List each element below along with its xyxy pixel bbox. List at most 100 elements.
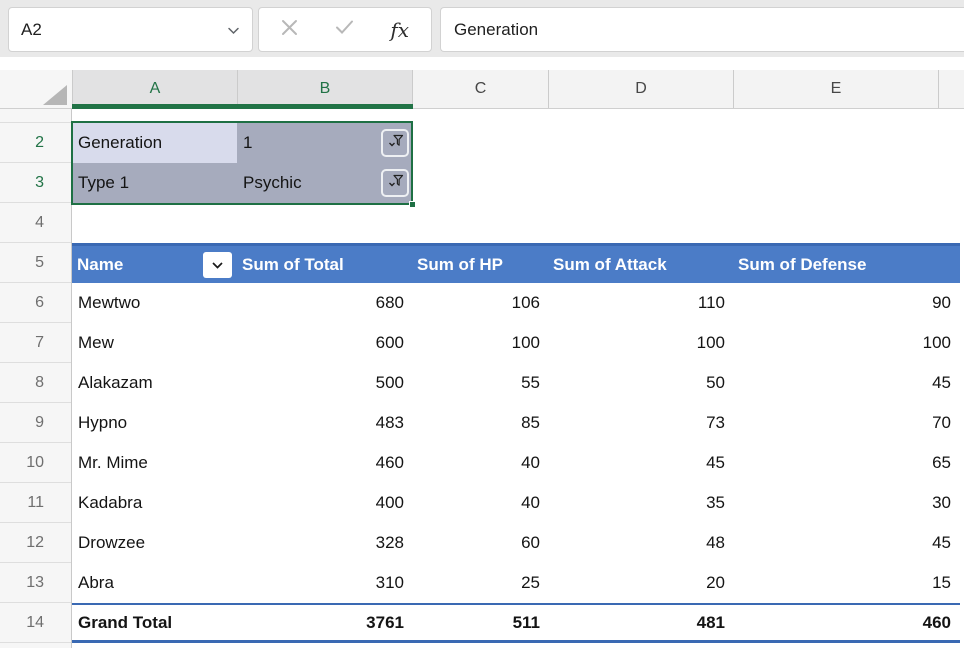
- cell-name[interactable]: Alakazam: [72, 363, 237, 403]
- cell-defense[interactable]: 65: [733, 443, 956, 483]
- cell-name[interactable]: Mewtwo: [72, 283, 237, 323]
- cell-name[interactable]: Mew: [72, 323, 237, 363]
- cell-attack[interactable]: 35: [548, 483, 733, 523]
- table-row: Mr. Mime 460 40 45 65: [72, 443, 964, 483]
- cell-hp[interactable]: 100: [412, 323, 548, 363]
- cell-attack[interactable]: 20: [548, 563, 733, 603]
- cell-B2[interactable]: 1: [237, 123, 412, 163]
- cell-total[interactable]: 600: [237, 323, 412, 363]
- row-header-1[interactable]: 1: [0, 109, 71, 123]
- cell-total[interactable]: 310: [237, 563, 412, 603]
- cell-attack[interactable]: 100: [548, 323, 733, 363]
- cell-defense[interactable]: 30: [733, 483, 956, 523]
- name-box[interactable]: A2: [8, 7, 253, 52]
- row-header-10[interactable]: 10: [0, 443, 71, 483]
- row-header-9[interactable]: 9: [0, 403, 71, 443]
- row-header-11[interactable]: 11: [0, 483, 71, 523]
- cell-name[interactable]: Drowzee: [72, 523, 237, 563]
- cell-total[interactable]: 328: [237, 523, 412, 563]
- row-header-4[interactable]: 4: [0, 203, 71, 243]
- filter-row-type1: Type 1 Psychic: [72, 163, 964, 203]
- grand-total-defense[interactable]: 460: [733, 605, 956, 640]
- row-header-2[interactable]: 2: [0, 123, 71, 163]
- row-header-6[interactable]: 6: [0, 283, 71, 323]
- row-header-7[interactable]: 7: [0, 323, 71, 363]
- cell-defense[interactable]: 70: [733, 403, 956, 443]
- grand-total-hp[interactable]: 511: [412, 605, 548, 640]
- grand-total-attack[interactable]: 481: [548, 605, 733, 640]
- generation-filter-button[interactable]: [381, 129, 409, 157]
- cell-total[interactable]: 400: [237, 483, 412, 523]
- cell-D2[interactable]: [548, 123, 733, 163]
- cell-hp[interactable]: 40: [412, 443, 548, 483]
- formula-bar[interactable]: Generation: [440, 7, 964, 52]
- empty-row-4[interactable]: [72, 203, 964, 243]
- type1-filter-button[interactable]: [381, 169, 409, 197]
- select-all-corner[interactable]: [0, 70, 72, 108]
- cell-A2-active[interactable]: Generation: [72, 123, 237, 163]
- grand-total-total[interactable]: 3761: [237, 605, 412, 640]
- cell-attack[interactable]: 73: [548, 403, 733, 443]
- cell-name[interactable]: Hypno: [72, 403, 237, 443]
- funnel-icon: [387, 174, 404, 192]
- cell-defense[interactable]: 45: [733, 363, 956, 403]
- column-header-D[interactable]: D: [548, 70, 733, 108]
- cell-hp[interactable]: 40: [412, 483, 548, 523]
- cell-name[interactable]: Abra: [72, 563, 237, 603]
- cell-defense[interactable]: 100: [733, 323, 956, 363]
- formula-bar-value: Generation: [454, 20, 538, 40]
- column-header-B[interactable]: B: [237, 70, 412, 108]
- cell-E3[interactable]: [733, 163, 956, 203]
- row-header-13[interactable]: 13: [0, 563, 71, 603]
- column-header-A[interactable]: A: [72, 70, 237, 108]
- cell-defense[interactable]: 45: [733, 523, 956, 563]
- row-header-12[interactable]: 12: [0, 523, 71, 563]
- cell-hp[interactable]: 25: [412, 563, 548, 603]
- name-field-dropdown-button[interactable]: [203, 252, 232, 278]
- cell-hp[interactable]: 106: [412, 283, 548, 323]
- cell-total[interactable]: 500: [237, 363, 412, 403]
- row-header-8[interactable]: 8: [0, 363, 71, 403]
- cell-hp[interactable]: 55: [412, 363, 548, 403]
- row-header-14[interactable]: 14: [0, 603, 71, 643]
- cell-defense[interactable]: 15: [733, 563, 956, 603]
- row-header-5[interactable]: 5: [0, 243, 71, 283]
- cell-E2[interactable]: [733, 123, 956, 163]
- column-header-F-sliver[interactable]: [938, 70, 964, 108]
- confirm-check-icon[interactable]: [335, 19, 354, 40]
- cell-hp[interactable]: 60: [412, 523, 548, 563]
- chevron-down-icon[interactable]: [227, 20, 240, 40]
- insert-function-icon[interactable]: fx: [390, 18, 409, 42]
- cell-total[interactable]: 680: [237, 283, 412, 323]
- formula-actions: fx: [258, 7, 432, 52]
- cell-area: Generation 1 Type 1 Psychic: [72, 109, 964, 648]
- filter-row-generation: Generation 1: [72, 123, 964, 163]
- pivot-header-sum-of-hp[interactable]: Sum of HP: [412, 246, 548, 283]
- column-header-C[interactable]: C: [412, 70, 548, 108]
- grand-total-label[interactable]: Grand Total: [72, 605, 237, 640]
- cell-defense[interactable]: 90: [733, 283, 956, 323]
- pivot-header-sum-of-total[interactable]: Sum of Total: [237, 246, 412, 283]
- name-box-value: A2: [21, 20, 227, 40]
- cell-attack[interactable]: 45: [548, 443, 733, 483]
- cell-C2[interactable]: [412, 123, 548, 163]
- pivot-header-row: Name Sum of Total Sum of HP Sum of Attac…: [72, 243, 960, 283]
- column-header-E[interactable]: E: [733, 70, 938, 108]
- pivot-header-sum-of-attack[interactable]: Sum of Attack: [548, 246, 733, 283]
- cell-C3[interactable]: [412, 163, 548, 203]
- row-header-3[interactable]: 3: [0, 163, 71, 203]
- cell-hp[interactable]: 85: [412, 403, 548, 443]
- cell-total[interactable]: 483: [237, 403, 412, 443]
- pivot-header-name[interactable]: Name: [72, 246, 237, 283]
- cell-name[interactable]: Mr. Mime: [72, 443, 237, 483]
- cancel-icon[interactable]: [281, 19, 298, 41]
- cell-B3[interactable]: Psychic: [237, 163, 412, 203]
- cell-D3[interactable]: [548, 163, 733, 203]
- cell-attack[interactable]: 50: [548, 363, 733, 403]
- pivot-header-sum-of-defense[interactable]: Sum of Defense: [733, 246, 952, 283]
- cell-total[interactable]: 460: [237, 443, 412, 483]
- cell-name[interactable]: Kadabra: [72, 483, 237, 523]
- cell-attack[interactable]: 110: [548, 283, 733, 323]
- cell-A3[interactable]: Type 1: [72, 163, 237, 203]
- cell-attack[interactable]: 48: [548, 523, 733, 563]
